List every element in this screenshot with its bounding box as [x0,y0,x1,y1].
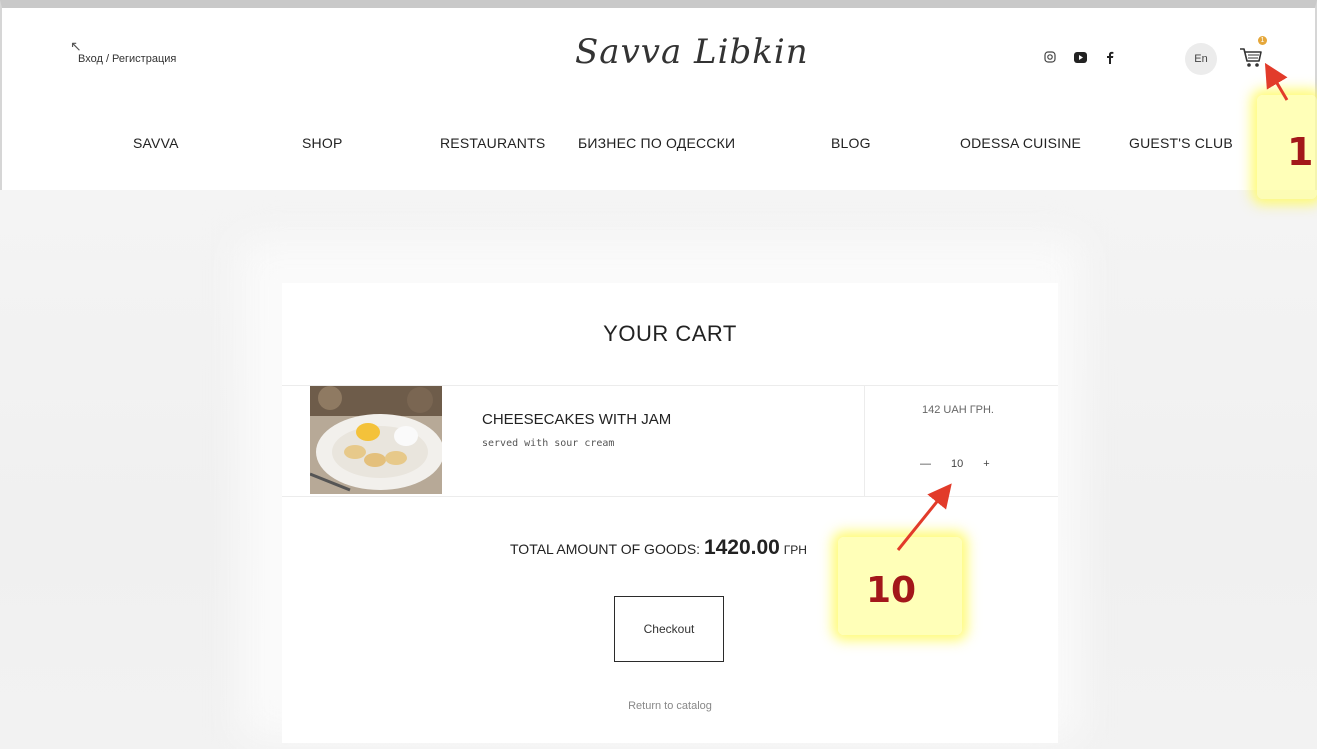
annotation-arrows [896,62,1289,551]
arrow-to-quantity-icon [896,483,952,551]
arrow-to-cart-icon [1264,62,1289,101]
